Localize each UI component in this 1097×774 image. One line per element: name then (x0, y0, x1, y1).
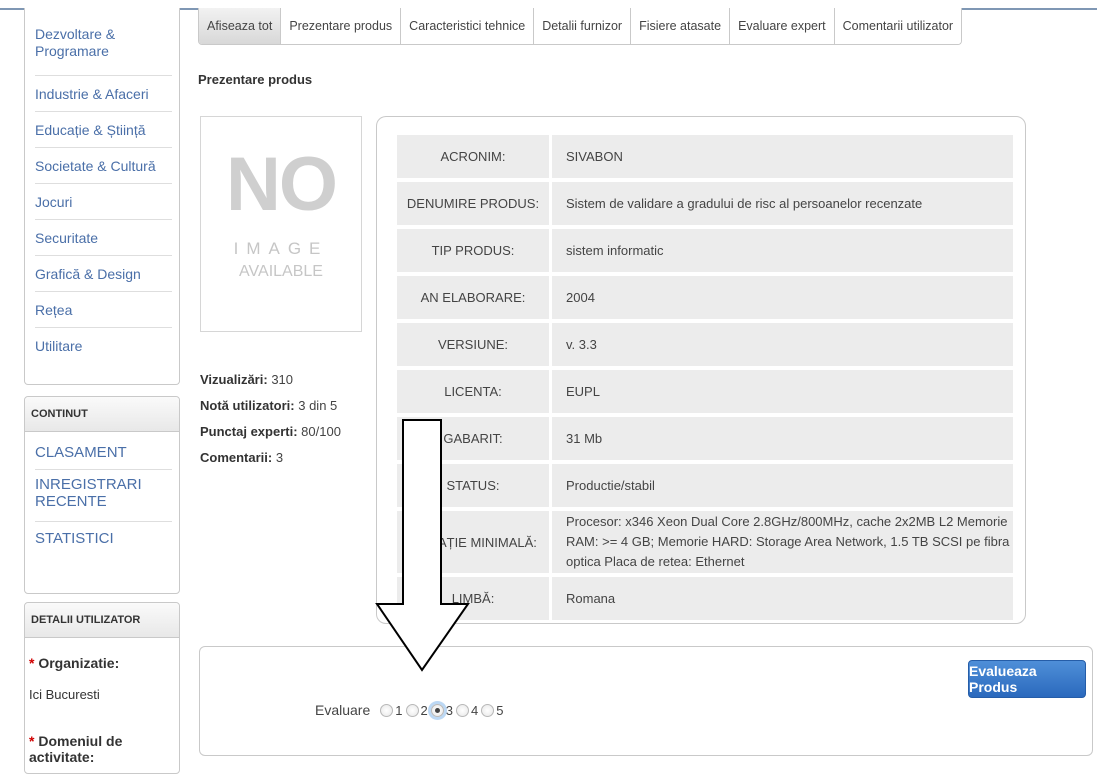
category-list: Dezvoltare & Programare Industrie & Afac… (25, 8, 179, 364)
category-item[interactable]: Jocuri (35, 184, 172, 220)
rating-radio-4[interactable] (455, 703, 469, 717)
row-value: Productie/stabil (549, 464, 1013, 507)
tab-detalii-furnizor[interactable]: Detalii furnizor (534, 8, 632, 44)
row-key: ACRONIM: (397, 135, 549, 178)
table-row: LICENTA: EUPL (397, 370, 1013, 413)
required-star-icon: * (29, 655, 35, 671)
tab-fisiere-atasate[interactable]: Fisiere atasate (631, 8, 731, 44)
organization-label: * Organizatie: (29, 655, 120, 671)
table-row: AN ELABORARE: 2004 (397, 276, 1013, 319)
product-stats: Vizualizări: 310 Notă utilizatori: 3 din… (200, 372, 341, 476)
row-key: STATUS: (397, 464, 549, 507)
row-value: Sistem de validare a gradului de risc al… (549, 182, 1013, 225)
row-value: Procesor: x346 Xeon Dual Core 2.8GHz/800… (549, 511, 1013, 573)
user-rating-stat: Notă utilizatori: 3 din 5 (200, 398, 338, 413)
continut-list: CLASAMENT INREGISTRARI RECENTE STATISTIC… (25, 432, 179, 560)
tab-afiseaza-tot[interactable]: Afiseaza tot (199, 8, 282, 44)
category-item[interactable]: Rețea (35, 292, 172, 328)
table-row: TIP PRODUS: sistem informatic (397, 229, 1013, 272)
rating-radio-label: 1 (395, 702, 403, 718)
evaluation-label: Evaluare (315, 702, 371, 718)
views-stat: Vizualizări: 310 (200, 372, 294, 387)
rating-radio-label: 5 (496, 702, 504, 718)
row-value: SIVABON (549, 135, 1013, 178)
rating-radio-label: 2 (420, 702, 428, 718)
table-row: DENUMIRE PRODUS: Sistem de validare a gra… (397, 182, 1013, 225)
row-key: AN ELABORARE: (397, 276, 549, 319)
no-image-text: AVAILABLE (239, 263, 323, 280)
evaluation-panel (199, 646, 1093, 756)
continut-heading: CONTINUT (25, 397, 179, 432)
required-star-icon: * (29, 733, 35, 749)
tab-prezentare-produs[interactable]: Prezentare produs (281, 8, 402, 44)
continut-item-clasament[interactable]: CLASAMENT (35, 432, 172, 470)
row-key: TIP PRODUS: (397, 229, 549, 272)
table-row: LIMBĂ: Romana (397, 577, 1013, 620)
row-key: GABARIT: (397, 417, 549, 460)
category-item[interactable]: Educație & Știință (35, 112, 172, 148)
product-tabs: Afiseaza tot Prezentare produs Caracteri… (198, 8, 963, 45)
row-value: sistem informatic (549, 229, 1013, 272)
row-value: Romana (549, 577, 1013, 620)
row-value: EUPL (549, 370, 1013, 413)
row-value: 2004 (549, 276, 1013, 319)
rating-radio-3[interactable] (430, 703, 444, 717)
tab-caracteristici-tehnice[interactable]: Caracteristici tehnice (401, 8, 535, 44)
category-item[interactable]: Utilitare (35, 328, 172, 364)
row-value: 31 Mb (549, 417, 1013, 460)
evaluate-product-button[interactable]: Evalueaza Produs (968, 660, 1086, 698)
row-key: LIMBĂ: (397, 577, 549, 620)
domain-label: * Domeniul de activitate: (29, 733, 123, 765)
no-image-text: IMAGE (233, 239, 329, 258)
row-value: v. 3.3 (549, 323, 1013, 366)
expert-score-stat: Punctaj experti: 80/100 (200, 424, 341, 439)
rating-radio-label: 4 (470, 702, 479, 718)
section-title: Prezentare produs (198, 72, 313, 87)
table-row: GURAȚIE MINIMALĂ: Procesor: x346 Xeon Dua… (397, 511, 1013, 573)
tab-evaluare-expert[interactable]: Evaluare expert (730, 8, 835, 44)
category-item[interactable]: Societate & Cultură (35, 148, 172, 184)
category-item[interactable]: Dezvoltare & Programare (35, 8, 172, 76)
table-row: VERSIUNE: v. 3.3 (397, 323, 1013, 366)
row-key: VERSIUNE: (397, 323, 549, 366)
user-details-panel: DETALII UTILIZATOR * Organizatie: Ici Bu… (24, 602, 180, 774)
continut-item-statistici[interactable]: STATISTICI (35, 522, 172, 560)
comments-stat: Comentarii: 3 (200, 450, 284, 465)
row-key: LICENTA: (397, 370, 549, 413)
product-info-panel: ACRONIM: SIVABON DENUMIRE PRODUS: Sistem d… (376, 116, 1026, 624)
tab-comentarii-utilizator[interactable]: Comentarii utilizator (834, 8, 962, 44)
table-row: STATUS: Productie/stabil (397, 464, 1013, 507)
product-image-placeholder: NO IMAGE AVAILABLE (200, 116, 362, 332)
categories-panel: Dezvoltare & Programare Industrie & Afac… (24, 8, 180, 385)
organization-value: Ici Bucuresti (29, 687, 100, 702)
row-key: GURAȚIE MINIMALĂ: (397, 511, 549, 573)
rating-radio-group: Evaluare 1 2 3 4 5 (315, 702, 506, 718)
table-row: ACRONIM: SIVABON (397, 135, 1013, 178)
category-item[interactable]: Grafică & Design (35, 256, 172, 292)
rating-radio-label: 3 (445, 702, 453, 718)
rating-radio-2[interactable] (405, 703, 419, 717)
no-image-text: NO (226, 142, 338, 227)
category-item[interactable]: Securitate (35, 220, 172, 256)
product-info-table: ACRONIM: SIVABON DENUMIRE PRODUS: Sistem d… (397, 131, 1013, 624)
user-details-heading: DETALII UTILIZATOR (25, 603, 179, 638)
continut-panel: CONTINUT CLASAMENT INREGISTRARI RECENTE … (24, 396, 180, 594)
rating-radio-5[interactable] (481, 703, 495, 717)
continut-item-inregistrari[interactable]: INREGISTRARI RECENTE (35, 470, 172, 522)
category-item[interactable]: Industrie & Afaceri (35, 76, 172, 112)
table-row: GABARIT: 31 Mb (397, 417, 1013, 460)
rating-radio-1[interactable] (380, 703, 394, 717)
row-key: DENUMIRE PRODUS: (397, 182, 549, 225)
